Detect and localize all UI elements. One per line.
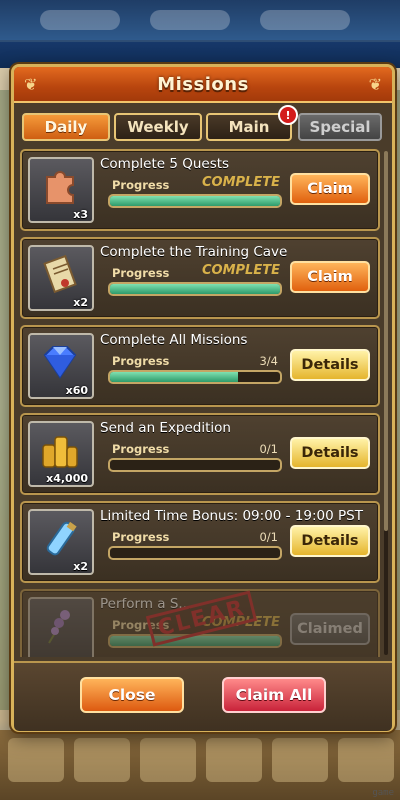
missions-dialog: ❦ Missions ❦ Daily Weekly Main ! Special… (11, 64, 395, 732)
mission-card: x2 Limited Time Bonus: 09:00 - 19:00 PST… (20, 501, 380, 583)
progress-value: 3/4 (259, 354, 278, 368)
mission-title: Complete All Missions (100, 332, 248, 348)
diamond-gem-icon (43, 346, 77, 379)
mission-list-scrollbar[interactable] (384, 151, 388, 655)
button-label: Claim (307, 269, 353, 285)
mission-title: Complete 5 Quests (100, 156, 230, 172)
close-button[interactable]: Close (80, 677, 184, 713)
tab-special[interactable]: Special (298, 113, 382, 141)
left-flourish-icon: ❦ (24, 75, 38, 94)
progress-fill (110, 284, 280, 294)
tab-daily[interactable]: Daily (22, 113, 110, 141)
button-label: Claim All (235, 686, 313, 704)
progress-label: Progress (112, 178, 170, 192)
button-label: Claim (307, 181, 353, 197)
dialog-title-bar: ❦ Missions ❦ (14, 67, 392, 103)
background-resource-chip (150, 10, 230, 30)
details-button[interactable]: Details (290, 349, 370, 381)
reward-quantity: x2 (73, 296, 88, 309)
reward-icon-frame: x60 (28, 333, 94, 399)
claim-all-button[interactable]: Claim All (222, 677, 326, 713)
reward-quantity: x4,000 (46, 472, 88, 485)
progress-bar (108, 282, 282, 296)
background-resource-chip (40, 10, 120, 30)
scrollbar-thumb[interactable] (384, 151, 388, 531)
tab-weekly[interactable]: Weekly (114, 113, 202, 141)
progress-label: Progress (112, 354, 170, 368)
right-flourish-icon: ❦ (368, 75, 382, 94)
background-nav-slot (206, 738, 262, 782)
details-button[interactable]: Details (290, 525, 370, 557)
tab-label: Special (309, 118, 371, 136)
reward-icon-frame: x3 (28, 157, 94, 223)
claim-button[interactable]: Claim (290, 173, 370, 205)
button-label: Close (108, 686, 156, 704)
reward-icon-frame (28, 597, 94, 657)
progress-label: Progress (112, 266, 170, 280)
progress-fill (110, 372, 238, 382)
tab-label: Weekly (127, 118, 189, 136)
mission-title: Send an Expedition (100, 420, 231, 436)
watermark: game (372, 788, 394, 798)
mission-title: Complete the Training Cave (100, 244, 288, 260)
reward-quantity: x2 (73, 560, 88, 573)
progress-bar (108, 458, 282, 472)
progress-label: Progress (112, 442, 170, 456)
button-label: Details (301, 357, 359, 373)
potion-vial-icon (46, 521, 77, 556)
mission-title: Limited Time Bonus: 09:00 - 19:00 PST (100, 508, 363, 524)
gold-coins-icon (42, 436, 78, 468)
button-label: Details (301, 533, 359, 549)
tab-label: Main (228, 118, 270, 136)
notification-badge: ! (278, 105, 298, 125)
background-top-bar (0, 0, 400, 40)
claim-button[interactable]: Claim (290, 261, 370, 293)
progress-value: COMPLETE (202, 175, 280, 190)
flower-icon (48, 610, 70, 644)
background-nav-slot (8, 738, 64, 782)
reward-icon-frame: x2 (28, 245, 94, 311)
mission-card: x2 Complete the Training Cave Progress C… (20, 237, 380, 319)
progress-value: 0/1 (259, 530, 278, 544)
progress-value: COMPLETE (202, 263, 280, 278)
button-label: Claimed (297, 621, 363, 637)
mission-card: x60 Complete All Missions Progress 3/4 D… (20, 325, 380, 407)
mission-card: x3 Complete 5 Quests Progress COMPLETE C… (20, 149, 380, 231)
progress-label: Progress (112, 530, 170, 544)
background-bottom-nav (0, 730, 400, 800)
progress-bar (108, 194, 282, 208)
tab-main[interactable]: Main ! (206, 105, 298, 141)
details-button[interactable]: Details (290, 437, 370, 469)
reward-quantity: x3 (73, 208, 88, 221)
background-nav-slot (338, 738, 394, 782)
mission-tabs: Daily Weekly Main ! Special (22, 105, 384, 141)
progress-bar (108, 546, 282, 560)
background-resource-chip (260, 10, 350, 30)
progress-fill (110, 196, 280, 206)
background-nav-slot (140, 738, 196, 782)
progress-fill (110, 636, 280, 646)
mission-card: x4,000 Send an Expedition Progress 0/1 D… (20, 413, 380, 495)
dialog-title: Missions (157, 73, 249, 95)
progress-bar (108, 370, 282, 384)
background-nav-slot (272, 738, 328, 782)
button-label: Details (301, 445, 359, 461)
mission-card-cleared: Perform a S... Progress COMPLETE Claimed… (20, 589, 380, 657)
reward-icon-frame: x2 (28, 509, 94, 575)
puzzle-piece-icon (46, 171, 74, 204)
reward-quantity: x60 (65, 384, 88, 397)
background-nav-slot (74, 738, 130, 782)
reward-icon-frame: x4,000 (28, 421, 94, 487)
claimed-button: Claimed (290, 613, 370, 645)
tab-label: Daily (44, 118, 88, 136)
scroll-icon (43, 254, 77, 294)
mission-list[interactable]: x3 Complete 5 Quests Progress COMPLETE C… (20, 149, 380, 657)
dialog-footer: Close Claim All (14, 661, 392, 731)
progress-value: 0/1 (259, 442, 278, 456)
